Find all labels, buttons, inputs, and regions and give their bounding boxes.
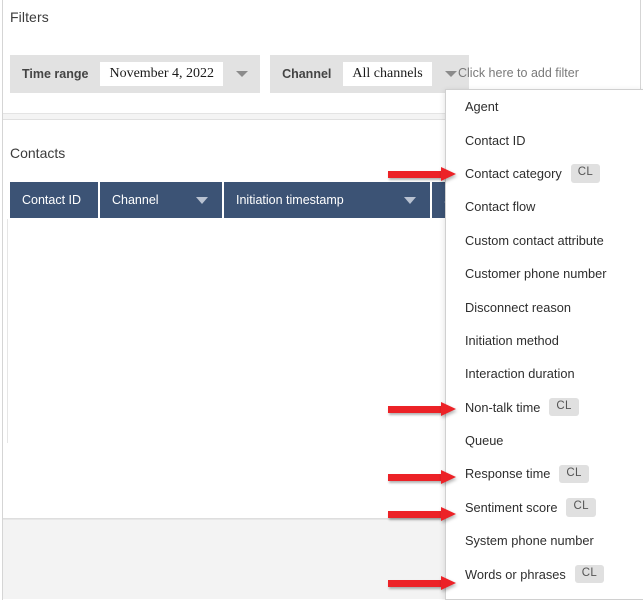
dropdown-item-custom-contact-attribute[interactable]: Custom contact attribute <box>446 224 643 257</box>
filter-chip-time-range[interactable]: Time range November 4, 2022 <box>10 55 260 93</box>
dropdown-item-label: Customer phone number <box>465 266 607 281</box>
dropdown-item-agent[interactable]: Agent <box>446 90 643 123</box>
dropdown-item-interaction-duration[interactable]: Interaction duration <box>446 357 643 390</box>
dropdown-item-label: Words or phrases <box>465 567 566 582</box>
dropdown-item-customer-phone-number[interactable]: Customer phone number <box>446 257 643 290</box>
dropdown-item-queue[interactable]: Queue <box>446 424 643 457</box>
filter-chip-time-range-label: Time range <box>22 67 99 81</box>
dropdown-item-disconnect-reason[interactable]: Disconnect reason <box>446 290 643 323</box>
dropdown-item-label: Contact category <box>465 166 562 181</box>
dropdown-item-system-phone-number[interactable]: System phone number <box>446 524 643 557</box>
table-column-header-label: Initiation timestamp <box>236 193 344 207</box>
dropdown-item-initiation-method[interactable]: Initiation method <box>446 324 643 357</box>
contact-lens-badge: CL <box>575 565 604 584</box>
dropdown-item-non-talk-time[interactable]: Non-talk time CL <box>446 391 643 424</box>
filter-row: Time range November 4, 2022 Channel All … <box>10 55 469 93</box>
filter-chip-channel[interactable]: Channel All channels <box>270 55 469 93</box>
dropdown-item-contact-category[interactable]: Contact category CL <box>446 157 643 190</box>
dropdown-item-sentiment-score[interactable]: Sentiment score CL <box>446 491 643 524</box>
table-column-header-label: Channel <box>112 193 159 207</box>
dropdown-item-contact-flow[interactable]: Contact flow <box>446 190 643 223</box>
dropdown-item-label: Sentiment score <box>465 500 557 515</box>
dropdown-item-label: Custom contact attribute <box>465 233 604 248</box>
add-filter-dropdown-menu[interactable]: AgentContact IDContact categoryCLContact… <box>445 89 643 600</box>
dropdown-item-response-time[interactable]: Response time CL <box>446 457 643 490</box>
dropdown-item-words-or-phrases[interactable]: Words or phrases CL <box>446 557 643 590</box>
table-column-header[interactable]: Channel <box>100 182 222 218</box>
contact-lens-badge: CL <box>559 465 588 484</box>
dropdown-item-label: Response time <box>465 466 550 481</box>
contact-lens-badge: CL <box>549 398 578 417</box>
contacts-title: Contacts <box>10 145 65 161</box>
chevron-down-icon[interactable] <box>159 197 222 204</box>
dropdown-item-label: Agent <box>465 99 498 114</box>
filters-title: Filters <box>10 9 49 25</box>
dropdown-item-label: Contact flow <box>465 199 535 214</box>
table-column-header[interactable]: Contact ID <box>10 182 98 218</box>
dropdown-item-label: Initiation method <box>465 333 559 348</box>
dropdown-item-label: Contact ID <box>465 133 525 148</box>
chevron-down-icon-time-range[interactable] <box>224 71 260 77</box>
table-column-header-label: Contact ID <box>22 193 81 207</box>
dropdown-item-contact-id[interactable]: Contact ID <box>446 123 643 156</box>
chevron-down-icon[interactable] <box>344 197 430 204</box>
dropdown-item-label: Queue <box>465 433 503 448</box>
filter-chip-channel-label: Channel <box>282 67 342 81</box>
add-filter-input[interactable]: Click here to add filter <box>458 66 579 80</box>
table-column-header[interactable]: Initiation timestamp <box>224 182 430 218</box>
dropdown-item-label: Non-talk time <box>465 400 540 415</box>
screenshot-root: Filters Time range November 4, 2022 Chan… <box>0 0 643 600</box>
contact-lens-badge: CL <box>566 498 595 517</box>
contact-lens-badge: CL <box>571 164 600 183</box>
dropdown-item-label: Disconnect reason <box>465 300 571 315</box>
dropdown-item-label: Interaction duration <box>465 366 575 381</box>
dropdown-item-label: System phone number <box>465 533 594 548</box>
filter-chip-gap <box>260 55 270 93</box>
filter-chip-time-range-value[interactable]: November 4, 2022 <box>99 61 224 87</box>
filter-chip-channel-value[interactable]: All channels <box>342 61 432 87</box>
